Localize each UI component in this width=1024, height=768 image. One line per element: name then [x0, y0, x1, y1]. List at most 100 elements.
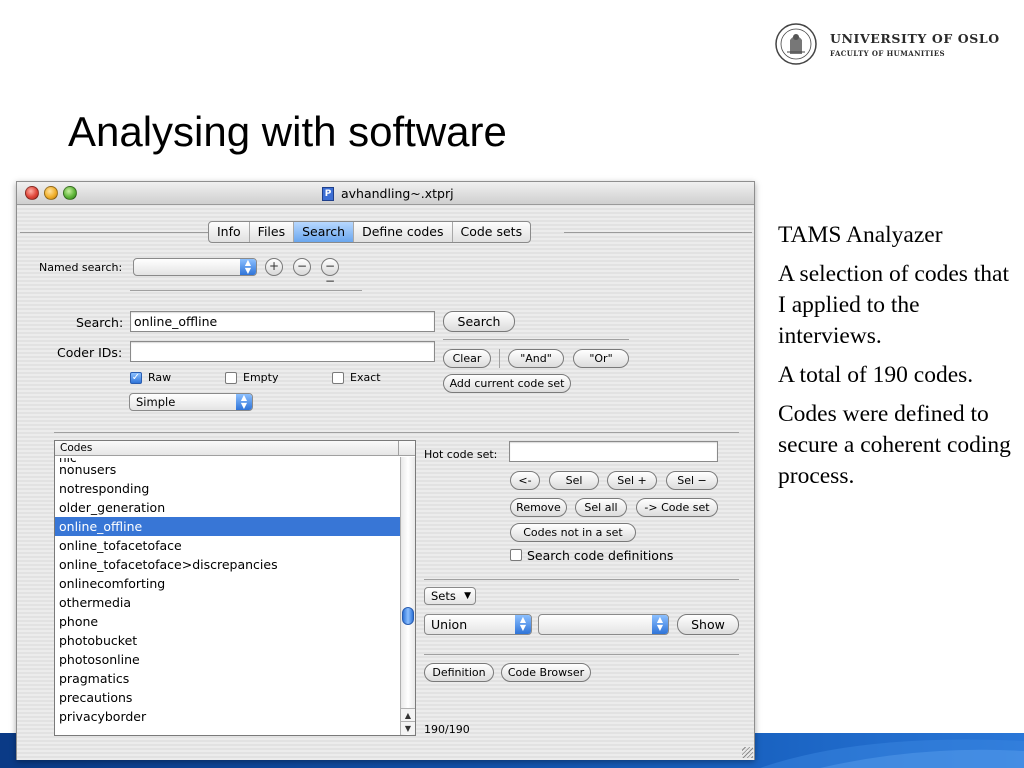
list-item[interactable]: photosonline — [55, 650, 400, 669]
tab-divider-right — [564, 232, 752, 233]
raw-label: Raw — [148, 371, 172, 384]
list-item[interactable]: pragmatics — [55, 669, 400, 688]
hot-code-set-label: Hot code set: — [424, 448, 498, 461]
tab-divider-left — [20, 232, 210, 233]
search-mode-popup[interactable]: Simple ▲ ▼ — [129, 393, 253, 411]
window-title: avhandling~.xtprj — [341, 186, 454, 201]
popup-arrows-icon: ▲ ▼ — [652, 615, 668, 634]
sel-all-button[interactable]: Sel all — [575, 498, 627, 517]
search-button[interactable]: Search — [443, 311, 515, 332]
show-button[interactable]: Show — [677, 614, 739, 635]
remove-named-search-button[interactable]: − — [293, 258, 311, 276]
search-mode-value: Simple — [136, 395, 176, 409]
definition-button[interactable]: Definition — [424, 663, 494, 682]
clear-named-searches-button[interactable]: −− — [321, 258, 339, 288]
definition-separator — [424, 654, 739, 655]
or-button[interactable]: "Or" — [573, 349, 629, 368]
sel-minus-button[interactable]: Sel − — [666, 471, 718, 490]
codes-rows: nic nonusers notresponding older_generat… — [55, 458, 400, 735]
and-button[interactable]: "And" — [508, 349, 564, 368]
university-logo: UNIVERSITY OF OSLO FACULTY OF HUMANITIES — [774, 22, 1004, 68]
raw-checkbox[interactable]: ✓ — [130, 372, 142, 384]
document-icon: P — [322, 187, 334, 201]
hot-code-set-input[interactable] — [509, 441, 718, 462]
list-item[interactable]: online_tofacetoface>discrepancies — [55, 555, 400, 574]
university-name: UNIVERSITY OF OSLO — [830, 31, 1000, 46]
back-button[interactable]: <- — [510, 471, 540, 490]
university-seal-icon — [775, 23, 817, 65]
note-1: TAMS Analyazer — [778, 222, 943, 248]
list-item[interactable]: phone — [55, 612, 400, 631]
panel-separator — [54, 432, 739, 433]
dropdown-triangle-icon: ▼ — [464, 591, 471, 601]
note-2: A selection of codes that I applied to t… — [778, 261, 1010, 349]
code-count: 190/190 — [424, 723, 470, 736]
add-named-search-button[interactable]: + — [265, 258, 283, 276]
coder-ids-label: Coder IDs: — [57, 345, 123, 360]
minimize-window-icon[interactable] — [44, 186, 58, 200]
codes-header-label: Codes — [60, 442, 93, 454]
list-item[interactable]: online_tofacetoface — [55, 536, 400, 555]
to-code-set-button[interactable]: -> Code set — [636, 498, 718, 517]
tab-info[interactable]: Info — [209, 222, 250, 242]
sets-label: Sets — [431, 589, 456, 603]
list-item[interactable]: photobucket — [55, 631, 400, 650]
exact-label: Exact — [350, 371, 381, 384]
remove-button[interactable]: Remove — [510, 498, 567, 517]
note-4: Codes were defined to secure a coherent … — [778, 401, 1011, 489]
search-code-definitions-checkbox[interactable] — [510, 549, 522, 561]
codes-not-in-set-button[interactable]: Codes not in a set — [510, 523, 636, 542]
list-item-selected[interactable]: online_offline — [55, 517, 400, 536]
empty-checkbox[interactable] — [225, 372, 237, 384]
code-browser-button[interactable]: Code Browser — [501, 663, 591, 682]
clear-button[interactable]: Clear — [443, 349, 491, 368]
tab-bar: Info Files Search Define codes Code sets — [208, 221, 532, 243]
sel-plus-button[interactable]: Sel + — [607, 471, 657, 490]
slide-notes: TAMS Analyazer A selection of codes that… — [778, 220, 1014, 500]
list-item[interactable]: nonusers — [55, 460, 400, 479]
slide-title: Analysing with software — [68, 108, 507, 155]
search-buttons-separator — [443, 339, 629, 340]
union-value: Union — [431, 617, 468, 632]
add-current-code-set-button[interactable]: Add current code set — [443, 374, 571, 393]
list-item[interactable]: precautions — [55, 688, 400, 707]
list-item[interactable]: older_generation — [55, 498, 400, 517]
popup-arrows-icon: ▲ ▼ — [236, 394, 252, 410]
tab-files[interactable]: Files — [250, 222, 295, 242]
list-item[interactable]: onlinecomforting — [55, 574, 400, 593]
list-item[interactable]: othermedia — [55, 593, 400, 612]
named-search-popup[interactable]: ▲ ▼ — [133, 258, 257, 276]
coder-ids-input[interactable] — [130, 341, 435, 362]
sets-menu-button[interactable]: Sets ▼ — [424, 587, 476, 605]
list-item[interactable]: privacyborder — [55, 707, 400, 726]
note-3: A total of 190 codes. — [778, 362, 974, 388]
named-search-separator — [130, 290, 362, 291]
clear-and-separator — [499, 349, 500, 368]
tab-search[interactable]: Search — [294, 222, 355, 242]
union-popup[interactable]: Union ▲ ▼ — [424, 614, 532, 635]
popup-arrows-icon: ▲ ▼ — [515, 615, 531, 634]
resize-grip-icon[interactable] — [742, 747, 753, 758]
search-label: Search: — [76, 315, 124, 330]
set-select-popup[interactable]: ▲ ▼ — [538, 614, 669, 635]
scroll-down-arrow-icon[interactable]: ▼ — [401, 721, 415, 734]
faculty-name: FACULTY OF HUMANITIES — [830, 49, 946, 58]
codes-column-header[interactable]: Codes — [55, 441, 415, 456]
header-separator — [398, 441, 399, 456]
close-window-icon[interactable] — [25, 186, 39, 200]
tab-code-sets[interactable]: Code sets — [453, 222, 531, 242]
tab-define-codes[interactable]: Define codes — [354, 222, 453, 242]
search-input[interactable]: online_offline — [130, 311, 435, 332]
sel-button[interactable]: Sel — [549, 471, 599, 490]
sets-separator — [424, 579, 739, 580]
zoom-window-icon[interactable] — [63, 186, 77, 200]
scroll-thumb[interactable] — [402, 607, 414, 625]
named-search-label: Named search: — [39, 261, 123, 274]
exact-checkbox[interactable] — [332, 372, 344, 384]
empty-label: Empty — [243, 371, 279, 384]
codes-scrollbar[interactable]: ▲ ▼ — [400, 457, 415, 735]
list-item[interactable]: notresponding — [55, 479, 400, 498]
codes-list[interactable]: Codes nic nonusers notresponding older_g… — [54, 440, 416, 736]
window-titlebar[interactable]: P avhandling~.xtprj — [17, 182, 754, 205]
scroll-up-arrow-icon[interactable]: ▲ — [401, 708, 415, 721]
